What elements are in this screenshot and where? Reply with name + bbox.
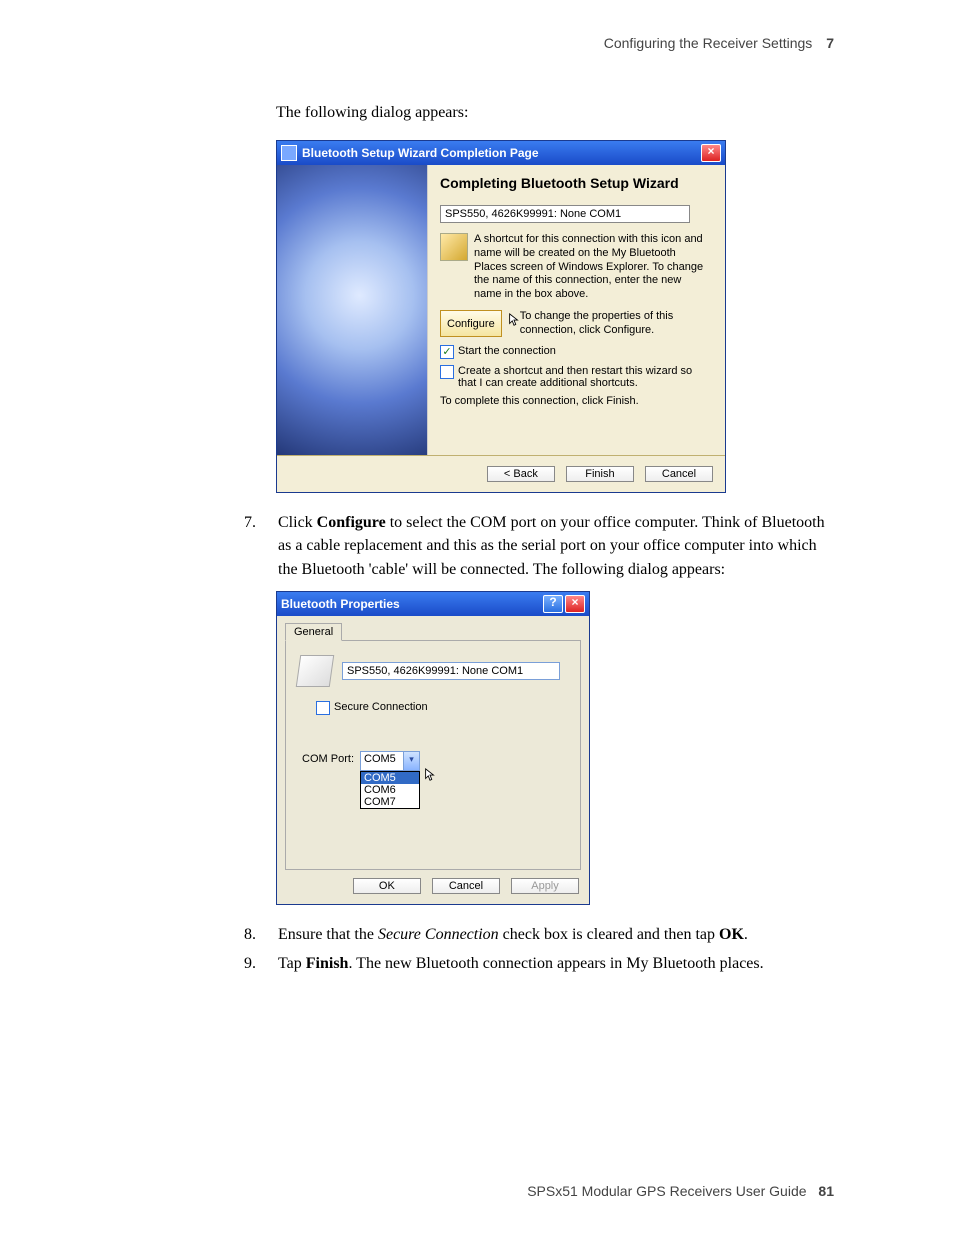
shortcut-icon [440,233,468,261]
dialog2-title: Bluetooth Properties [281,597,400,611]
close-icon[interactable]: × [565,595,585,613]
page: Configuring the Receiver Settings 7 The … [0,0,954,1235]
com-option[interactable]: COM5 [361,772,419,784]
start-connection-label: Start the connection [458,345,556,357]
wizard-globe-image [277,165,428,455]
apply-button[interactable]: Apply [511,878,579,894]
finish-button[interactable]: Finish [566,466,634,482]
restart-wizard-checkbox[interactable] [440,365,454,379]
restart-wizard-label: Create a shortcut and then restart this … [458,365,711,389]
cursor-icon [424,768,436,782]
com-port-select[interactable]: COM5 ▾ [360,751,420,771]
connection-name-input[interactable]: SPS550, 4626K99991: None COM1 [440,205,690,223]
bluetooth-properties-dialog: Bluetooth Properties ? × General SPS550,… [276,591,590,905]
wizard-heading: Completing Bluetooth Setup Wizard [440,175,711,191]
com-port-dropdown: COM5 COM6 COM7 [360,771,420,809]
cancel-button[interactable]: Cancel [432,878,500,894]
bluetooth-wizard-dialog: Bluetooth Setup Wizard Completion Page ×… [276,140,726,493]
dialog1-titlebar: Bluetooth Setup Wizard Completion Page × [277,141,725,165]
step-number: 7. [244,511,256,534]
chevron-down-icon[interactable]: ▾ [403,752,419,770]
step-number: 8. [244,923,256,946]
close-icon[interactable]: × [701,144,721,162]
back-button[interactable]: < Back [487,466,555,482]
header-title: Configuring the Receiver Settings [604,35,813,51]
page-footer: SPSx51 Modular GPS Receivers User Guide … [527,1183,834,1199]
secure-connection-checkbox[interactable] [316,701,330,715]
chapter-number: 7 [826,35,834,51]
cursor-icon [508,313,520,327]
help-icon[interactable]: ? [543,595,563,613]
shortcut-description: A shortcut for this connection with this… [474,233,711,302]
complete-text: To complete this connection, click Finis… [440,395,711,407]
secure-connection-label: Secure Connection [334,701,428,713]
properties-name-input[interactable]: SPS550, 4626K99991: None COM1 [342,662,560,680]
cancel-button[interactable]: Cancel [645,466,713,482]
intro-text: The following dialog appears: [276,101,834,124]
step-8: 8. Ensure that the Secure Connection che… [244,923,834,946]
step-number: 9. [244,952,256,975]
general-panel: SPS550, 4626K99991: None COM1 Secure Con… [285,640,581,870]
general-tab[interactable]: General [285,623,342,641]
configure-button[interactable]: Configure [440,310,502,338]
page-number: 81 [818,1183,834,1199]
dialog1-footer: < Back Finish Cancel [277,455,725,492]
dialog2-footer: OK Cancel Apply [277,870,589,904]
com-option[interactable]: COM6 [361,784,419,796]
com-port-label: COM Port: [298,751,360,765]
bluetooth-icon [281,145,297,161]
dialog1-title: Bluetooth Setup Wizard Completion Page [302,146,539,160]
start-connection-checkbox[interactable] [440,345,454,359]
ok-button[interactable]: OK [353,878,421,894]
connection-icon [296,655,334,687]
step-9: 9. Tap Finish. The new Bluetooth connect… [244,952,834,975]
dialog2-titlebar: Bluetooth Properties ? × [277,592,589,616]
com-option[interactable]: COM7 [361,796,419,808]
running-header: Configuring the Receiver Settings 7 [120,35,834,51]
step-7: 7. Click Configure to select the COM por… [244,511,834,581]
footer-title: SPSx51 Modular GPS Receivers User Guide [527,1183,806,1199]
configure-description: To change the properties of this connect… [520,310,711,338]
